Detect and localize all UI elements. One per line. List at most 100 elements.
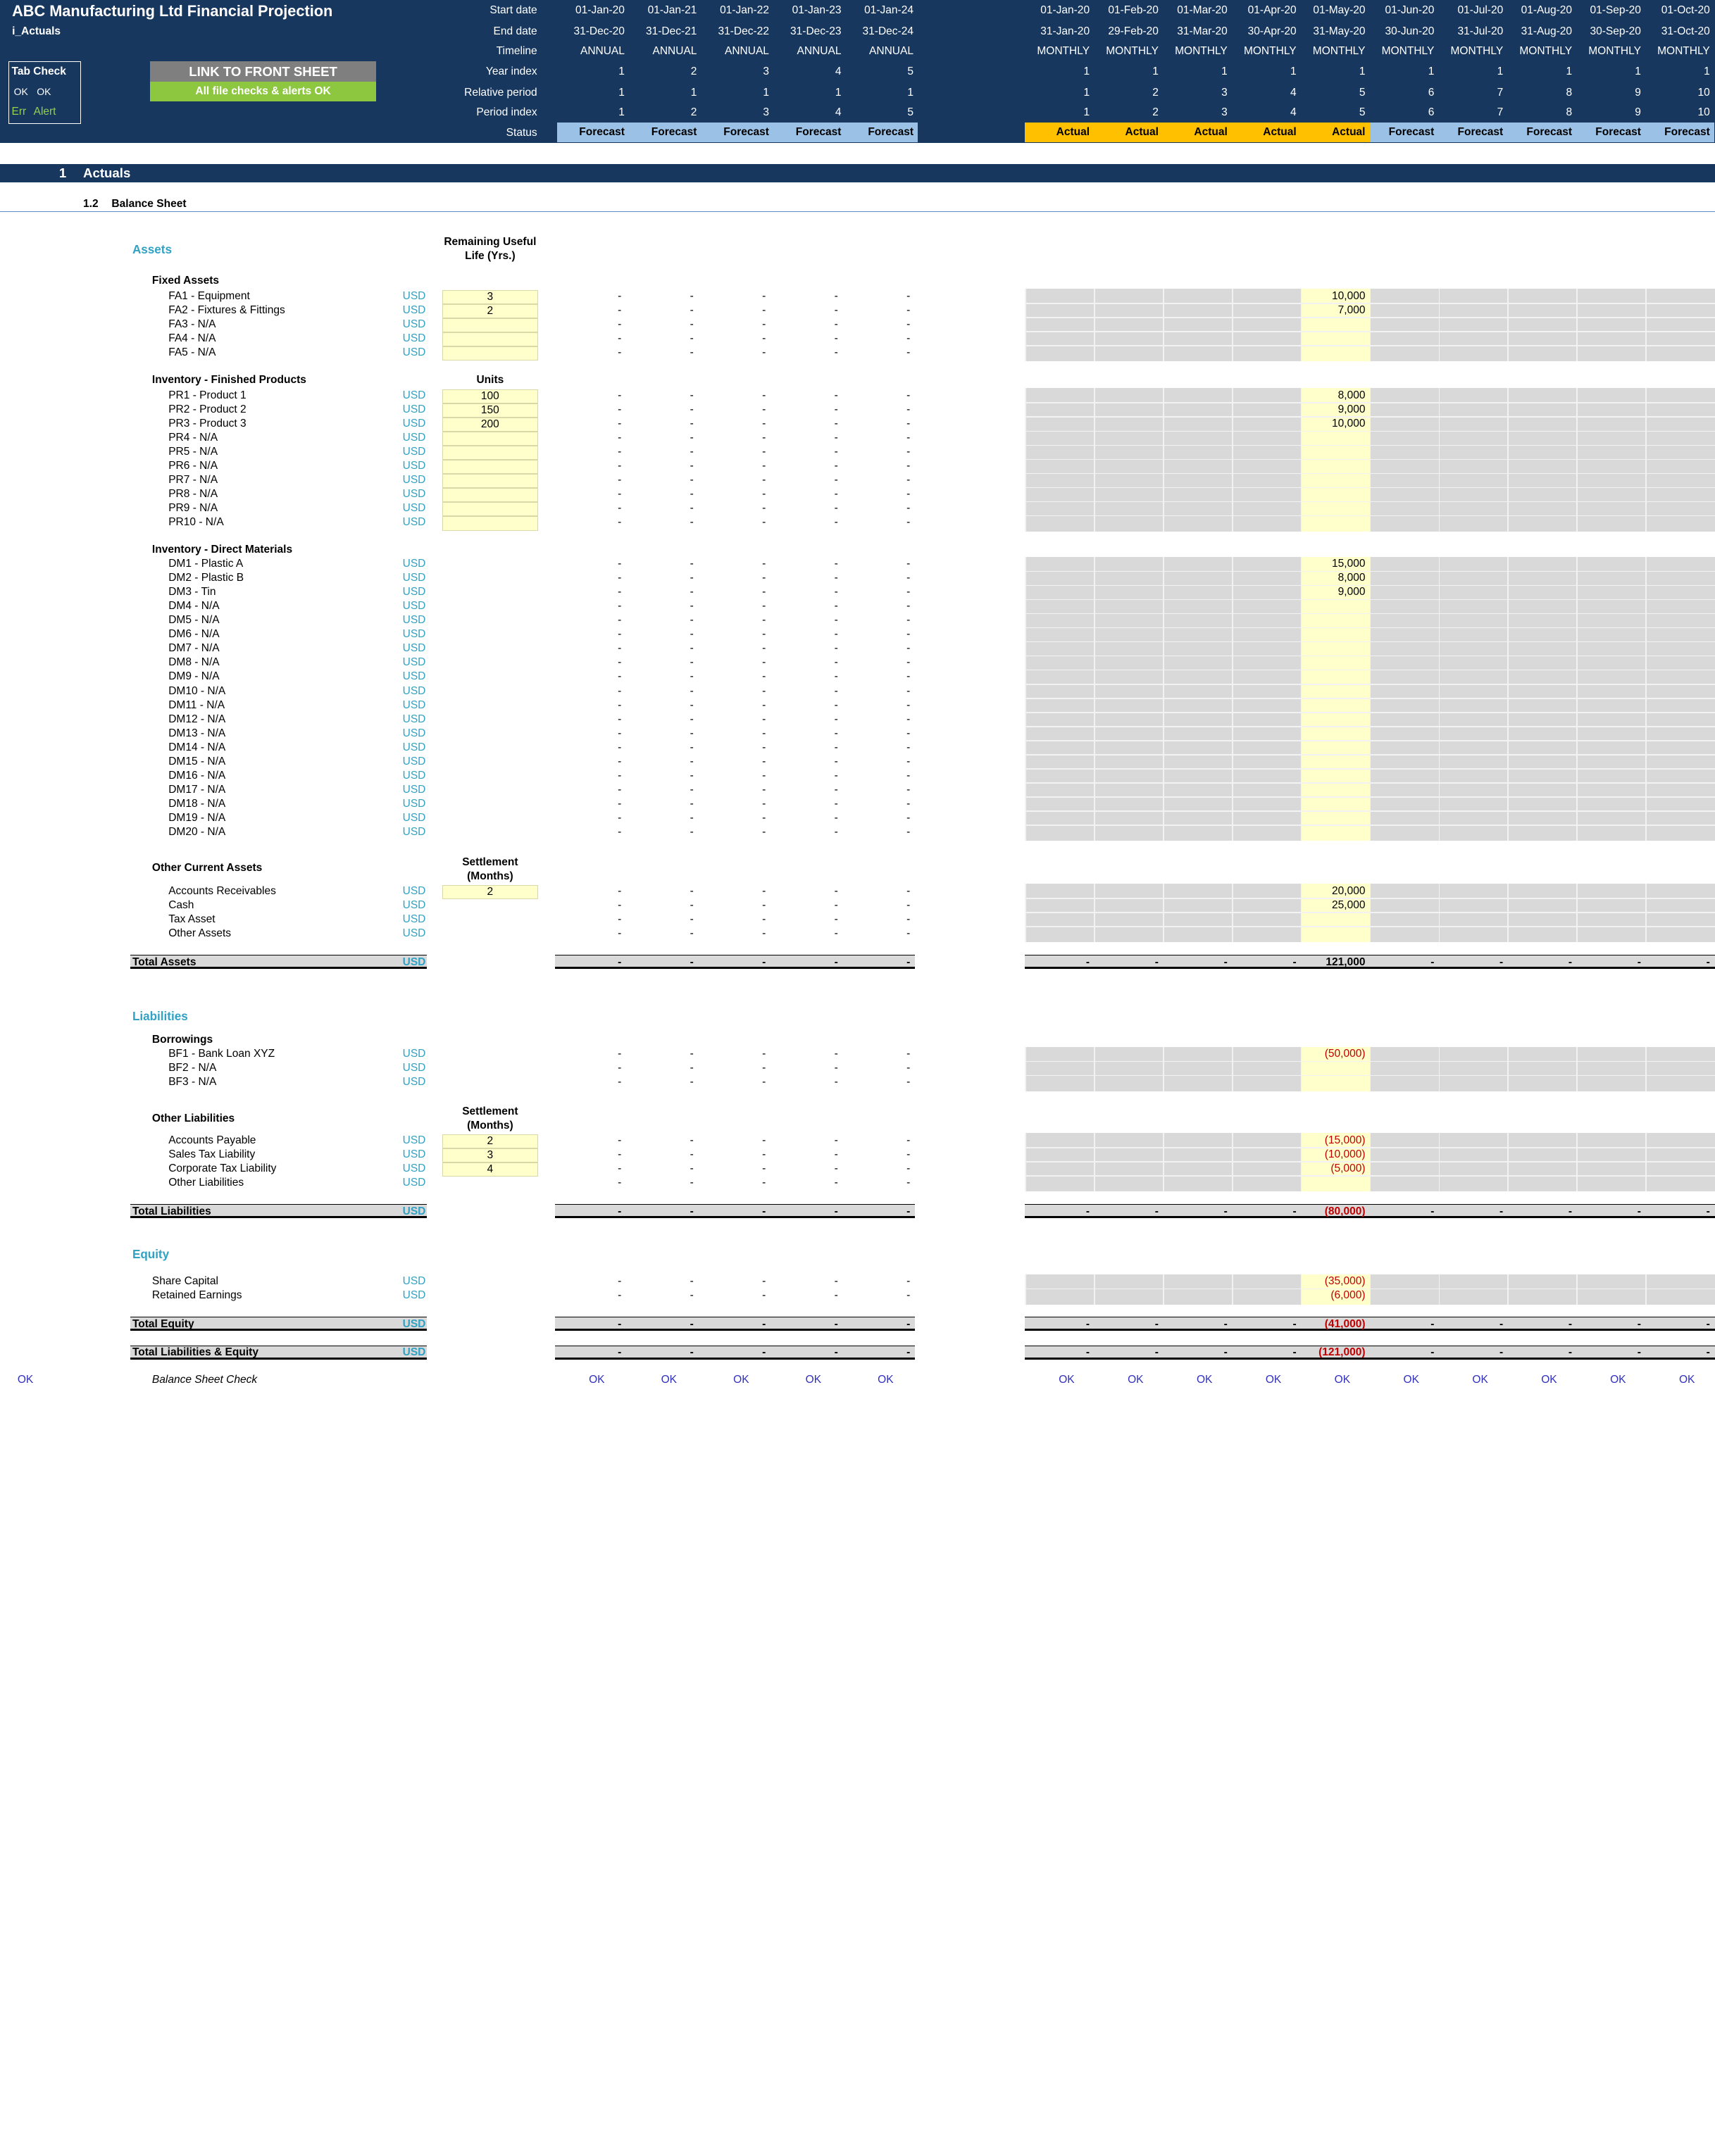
currency-label: USD — [403, 670, 426, 683]
total-monthly-value: - — [1439, 1346, 1504, 1359]
annual-value: - — [557, 558, 622, 570]
annual-value: - — [846, 460, 911, 472]
grid-line — [1507, 884, 1509, 942]
header-rel-cell: 1 — [846, 87, 913, 99]
parameter-input[interactable]: 2 — [442, 1134, 539, 1148]
may-actual-value[interactable]: 8,000 — [1301, 389, 1366, 402]
annual-value: - — [701, 460, 766, 472]
header-timeline-cell: MONTHLY — [1163, 45, 1228, 58]
may-actual-value[interactable]: (10,000) — [1301, 1148, 1366, 1161]
currency-label: USD — [403, 332, 426, 345]
may-actual-value[interactable]: 10,000 — [1301, 418, 1366, 430]
annual-value: - — [773, 346, 838, 359]
header-rel-cell: 3 — [1163, 87, 1228, 99]
annual-value: - — [557, 913, 622, 926]
annual-value: - — [557, 1162, 622, 1175]
row-label: FA5 - N/A — [168, 346, 216, 359]
total-monthly-value: - — [1370, 1205, 1435, 1218]
grid-line — [1370, 884, 1371, 942]
may-actual-value[interactable]: (15,000) — [1301, 1134, 1366, 1147]
header-year-cell: 1 — [1507, 65, 1572, 78]
total-label: Total Liabilities — [132, 1205, 211, 1218]
total-annual-value: - — [773, 1205, 838, 1218]
parameter-input[interactable] — [442, 516, 539, 530]
header-end-cell: 31-Jul-20 — [1439, 25, 1504, 38]
annual-value: - — [773, 614, 838, 627]
annual-value: - — [773, 812, 838, 825]
parameter-input[interactable] — [442, 346, 539, 361]
parameter-input[interactable]: 100 — [442, 389, 539, 403]
total-monthly-value: - — [1094, 1205, 1159, 1218]
link-to-front-sheet-button[interactable]: LINK TO FRONT SHEET — [150, 61, 377, 82]
parameter-input[interactable] — [442, 446, 539, 460]
parameter-input[interactable]: 3 — [442, 290, 539, 304]
grid-line — [1025, 1175, 1715, 1177]
may-actual-value[interactable]: 10,000 — [1301, 290, 1366, 303]
parameter-input[interactable]: 4 — [442, 1162, 539, 1177]
grid-line — [1025, 884, 1026, 942]
currency-label: USD — [403, 432, 426, 444]
parameter-input[interactable] — [442, 502, 539, 516]
parameter-input[interactable] — [442, 474, 539, 488]
forecast-grey-block — [1370, 884, 1715, 942]
row-label: DM1 - Plastic A — [168, 558, 243, 570]
parameter-input[interactable]: 200 — [442, 418, 539, 432]
header-start-cell: 01-May-20 — [1301, 4, 1366, 17]
row-label: PR10 - N/A — [168, 516, 223, 529]
may-actual-value[interactable]: 15,000 — [1301, 558, 1366, 570]
parameter-input[interactable]: 3 — [442, 1148, 539, 1162]
grid-line — [1163, 1274, 1164, 1305]
may-actual-value[interactable]: 20,000 — [1301, 885, 1366, 898]
section-number: 1 — [59, 165, 66, 181]
annual-value: - — [846, 516, 911, 529]
parameter-input[interactable] — [442, 460, 539, 474]
file-checks-status: All file checks & alerts OK — [150, 82, 377, 101]
row-label: PR2 - Product 2 — [168, 403, 246, 416]
balance-check-monthly: OK — [1172, 1374, 1237, 1386]
may-actual-value[interactable]: 9,000 — [1301, 586, 1366, 598]
status-cell: Actual — [1232, 123, 1301, 142]
may-actual-value[interactable]: 8,000 — [1301, 572, 1366, 584]
total-monthly-value: - — [1439, 956, 1504, 969]
total-monthly-value: - — [1094, 1346, 1159, 1359]
total-monthly-value: - — [1645, 1205, 1710, 1218]
may-actual-value[interactable]: (6,000) — [1301, 1289, 1366, 1302]
parameter-input[interactable] — [442, 432, 539, 446]
header-start-cell: 01-Jan-22 — [701, 4, 769, 17]
parameter-input[interactable] — [442, 488, 539, 502]
may-actual-value[interactable]: (50,000) — [1301, 1048, 1366, 1060]
header-rel-cell: 1 — [557, 87, 625, 99]
annual-value: - — [629, 913, 694, 926]
annual-value: - — [629, 558, 694, 570]
parameter-input[interactable]: 2 — [442, 304, 539, 318]
annual-value: - — [773, 1162, 838, 1175]
parameter-input[interactable]: 2 — [442, 885, 539, 899]
currency-label: USD — [403, 927, 426, 940]
currency-label: USD — [403, 826, 426, 839]
total-monthly-value: - — [1232, 1205, 1297, 1218]
total-monthly-value: - — [1025, 1205, 1090, 1218]
row-label: DM3 - Tin — [168, 586, 216, 598]
total-monthly-value: - — [1576, 1318, 1641, 1331]
annual-value: - — [846, 1134, 911, 1147]
may-actual-value[interactable]: 7,000 — [1301, 304, 1366, 317]
header-year-cell: 4 — [773, 65, 841, 78]
may-actual-value[interactable]: 25,000 — [1301, 899, 1366, 912]
parameter-input[interactable] — [442, 332, 539, 346]
annual-value: - — [701, 418, 766, 430]
header-timeline-cell: MONTHLY — [1439, 45, 1504, 58]
may-actual-value[interactable]: (5,000) — [1301, 1162, 1366, 1175]
annual-value: - — [557, 586, 622, 598]
annual-value: - — [701, 304, 766, 317]
parameter-input[interactable] — [442, 318, 539, 332]
may-actual-value[interactable]: (35,000) — [1301, 1275, 1366, 1288]
annual-value: - — [773, 446, 838, 458]
header-pidx-cell: 1 — [1025, 106, 1090, 119]
annual-value: - — [701, 474, 766, 487]
parameter-input[interactable]: 150 — [442, 403, 539, 418]
header-rel-cell: 2 — [1094, 87, 1159, 99]
may-actual-value[interactable]: 9,000 — [1301, 403, 1366, 416]
annual-value: - — [557, 899, 622, 912]
total-annual-value: - — [846, 1346, 911, 1359]
group-title: Fixed Assets — [152, 275, 219, 287]
